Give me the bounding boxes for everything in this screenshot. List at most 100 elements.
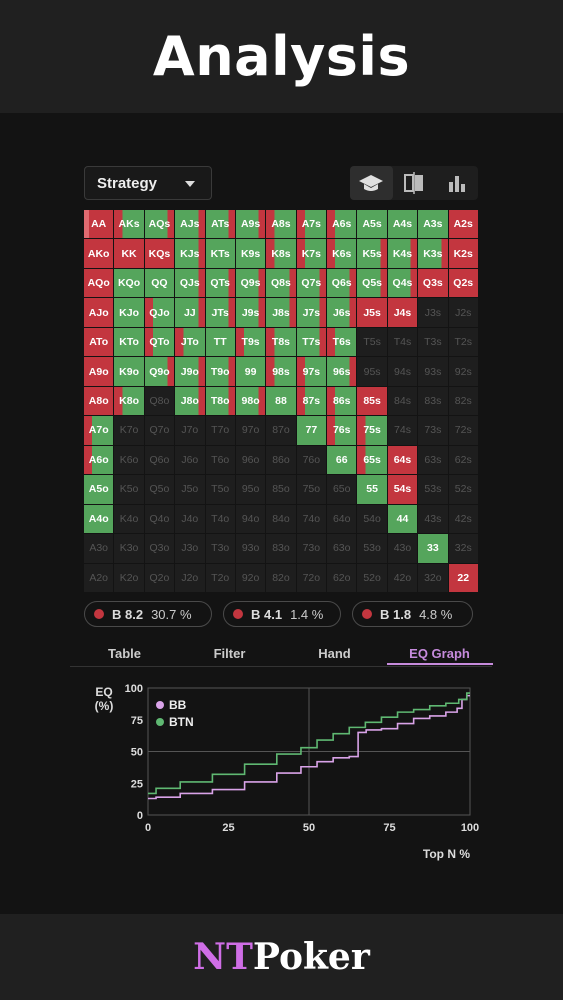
hand-cell-88[interactable]: 88 (266, 386, 296, 416)
hand-cell-t2s[interactable]: T2s (448, 327, 478, 357)
hand-cell-54o[interactable]: 54o (357, 504, 387, 534)
hand-cell-qts[interactable]: QTs (205, 268, 235, 298)
hand-cell-76s[interactable]: 76s (327, 416, 357, 445)
hand-cell-k7o[interactable]: K7o (114, 416, 144, 445)
hand-cell-t9s[interactable]: T9s (235, 327, 266, 357)
hand-cell-ajs[interactable]: AJs (175, 210, 205, 239)
hand-cell-t9o[interactable]: T9o (205, 357, 235, 386)
tab-hand[interactable]: Hand (282, 646, 387, 661)
action-pill-bet-large[interactable]: B 8.2 30.7 % (84, 601, 212, 627)
hand-cell-75o[interactable]: 75o (296, 475, 327, 504)
hand-cell-q3o[interactable]: Q3o (144, 534, 175, 563)
hand-cell-j4o[interactable]: J4o (175, 504, 205, 534)
hand-cell-96s[interactable]: 96s (327, 357, 357, 386)
hand-cell-a9o[interactable]: A9o (84, 357, 114, 386)
hand-cell-q3s[interactable]: Q3s (418, 268, 448, 298)
hand-cell-q6s[interactable]: Q6s (327, 268, 357, 298)
hand-cell-q5o[interactable]: Q5o (144, 475, 175, 504)
hand-cell-q7o[interactable]: Q7o (144, 416, 175, 445)
hand-cell-86o[interactable]: 86o (266, 445, 296, 475)
hand-cell-t5o[interactable]: T5o (205, 475, 235, 504)
hand-cell-94s[interactable]: 94s (387, 357, 418, 386)
hand-cell-j9s[interactable]: J9s (235, 298, 266, 327)
hand-cell-54s[interactable]: 54s (387, 475, 418, 504)
hand-cell-k5o[interactable]: K5o (114, 475, 144, 504)
hand-cell-q9s[interactable]: Q9s (235, 268, 266, 298)
hand-cell-93o[interactable]: 93o (235, 534, 266, 563)
hand-cell-44[interactable]: 44 (387, 504, 418, 534)
hand-cell-tt[interactable]: TT (205, 327, 235, 357)
hand-cell-k8o[interactable]: K8o (114, 386, 144, 416)
hand-cell-qq[interactable]: QQ (144, 268, 175, 298)
hand-cell-95o[interactable]: 95o (235, 475, 266, 504)
hand-cell-a5o[interactable]: A5o (84, 475, 114, 504)
hand-cell-a3s[interactable]: A3s (418, 210, 448, 239)
hand-cell-q8s[interactable]: Q8s (266, 268, 296, 298)
hand-cell-j7s[interactable]: J7s (296, 298, 327, 327)
hand-cell-73s[interactable]: 73s (418, 416, 448, 445)
hand-cell-ato[interactable]: ATo (84, 327, 114, 357)
hand-cell-kk[interactable]: KK (114, 239, 144, 268)
hand-cell-94o[interactable]: 94o (235, 504, 266, 534)
hand-cell-a9s[interactable]: A9s (235, 210, 266, 239)
hand-cell-42s[interactable]: 42s (448, 504, 478, 534)
stats-view-button[interactable] (435, 166, 478, 200)
hand-cell-84o[interactable]: 84o (266, 504, 296, 534)
hand-cell-92s[interactable]: 92s (448, 357, 478, 386)
hand-cell-64o[interactable]: 64o (327, 504, 357, 534)
hand-cell-ajo[interactable]: AJo (84, 298, 114, 327)
hand-cell-j6o[interactable]: J6o (175, 445, 205, 475)
hand-cell-a8s[interactable]: A8s (266, 210, 296, 239)
hand-cell-jj[interactable]: JJ (175, 298, 205, 327)
hand-cell-a6o[interactable]: A6o (84, 445, 114, 475)
hand-cell-kjs[interactable]: KJs (175, 239, 205, 268)
hand-cell-72s[interactable]: 72s (448, 416, 478, 445)
hand-cell-63o[interactable]: 63o (327, 534, 357, 563)
hand-cell-j2o[interactable]: J2o (175, 563, 205, 592)
hand-cell-k9o[interactable]: K9o (114, 357, 144, 386)
hand-cell-a3o[interactable]: A3o (84, 534, 114, 563)
hand-cell-kqs[interactable]: KQs (144, 239, 175, 268)
hand-cell-q9o[interactable]: Q9o (144, 357, 175, 386)
hand-cell-aa[interactable]: AA (84, 210, 114, 239)
hand-cell-32o[interactable]: 32o (418, 563, 448, 592)
hand-cell-76o[interactable]: 76o (296, 445, 327, 475)
hand-cell-jts[interactable]: JTs (205, 298, 235, 327)
hand-cell-77[interactable]: 77 (296, 416, 327, 445)
hand-cell-q5s[interactable]: Q5s (357, 268, 387, 298)
hand-cell-87o[interactable]: 87o (266, 416, 296, 445)
hand-cell-q4s[interactable]: Q4s (387, 268, 418, 298)
hand-cell-q7s[interactable]: Q7s (296, 268, 327, 298)
action-pill-bet-small[interactable]: B 1.8 4.8 % (352, 601, 473, 627)
hand-cell-j6s[interactable]: J6s (327, 298, 357, 327)
hand-cell-87s[interactable]: 87s (296, 386, 327, 416)
hand-cell-66[interactable]: 66 (327, 445, 357, 475)
hand-cell-a6s[interactable]: A6s (327, 210, 357, 239)
hand-cell-j3o[interactable]: J3o (175, 534, 205, 563)
hand-cell-t6s[interactable]: T6s (327, 327, 357, 357)
hand-cell-a7o[interactable]: A7o (84, 416, 114, 445)
hand-cell-84s[interactable]: 84s (387, 386, 418, 416)
hand-cell-a8o[interactable]: A8o (84, 386, 114, 416)
hand-cell-q6o[interactable]: Q6o (144, 445, 175, 475)
hand-cell-j4s[interactable]: J4s (387, 298, 418, 327)
hand-cell-a2o[interactable]: A2o (84, 563, 114, 592)
hand-cell-53o[interactable]: 53o (357, 534, 387, 563)
hand-cell-q8o[interactable]: Q8o (144, 386, 175, 416)
hand-cell-65s[interactable]: 65s (357, 445, 387, 475)
hand-cell-aqs[interactable]: AQs (144, 210, 175, 239)
hand-cell-74s[interactable]: 74s (387, 416, 418, 445)
hand-cell-a4o[interactable]: A4o (84, 504, 114, 534)
hand-cell-t7o[interactable]: T7o (205, 416, 235, 445)
hand-cell-a4s[interactable]: A4s (387, 210, 418, 239)
hand-cell-64s[interactable]: 64s (387, 445, 418, 475)
hand-cell-75s[interactable]: 75s (357, 416, 387, 445)
hand-cell-k2o[interactable]: K2o (114, 563, 144, 592)
hand-cell-k3s[interactable]: K3s (418, 239, 448, 268)
hand-cell-t4s[interactable]: T4s (387, 327, 418, 357)
hand-cell-t3s[interactable]: T3s (418, 327, 448, 357)
hand-cell-52o[interactable]: 52o (357, 563, 387, 592)
hand-cell-q2o[interactable]: Q2o (144, 563, 175, 592)
hand-cell-jto[interactable]: JTo (175, 327, 205, 357)
hand-cell-q4o[interactable]: Q4o (144, 504, 175, 534)
